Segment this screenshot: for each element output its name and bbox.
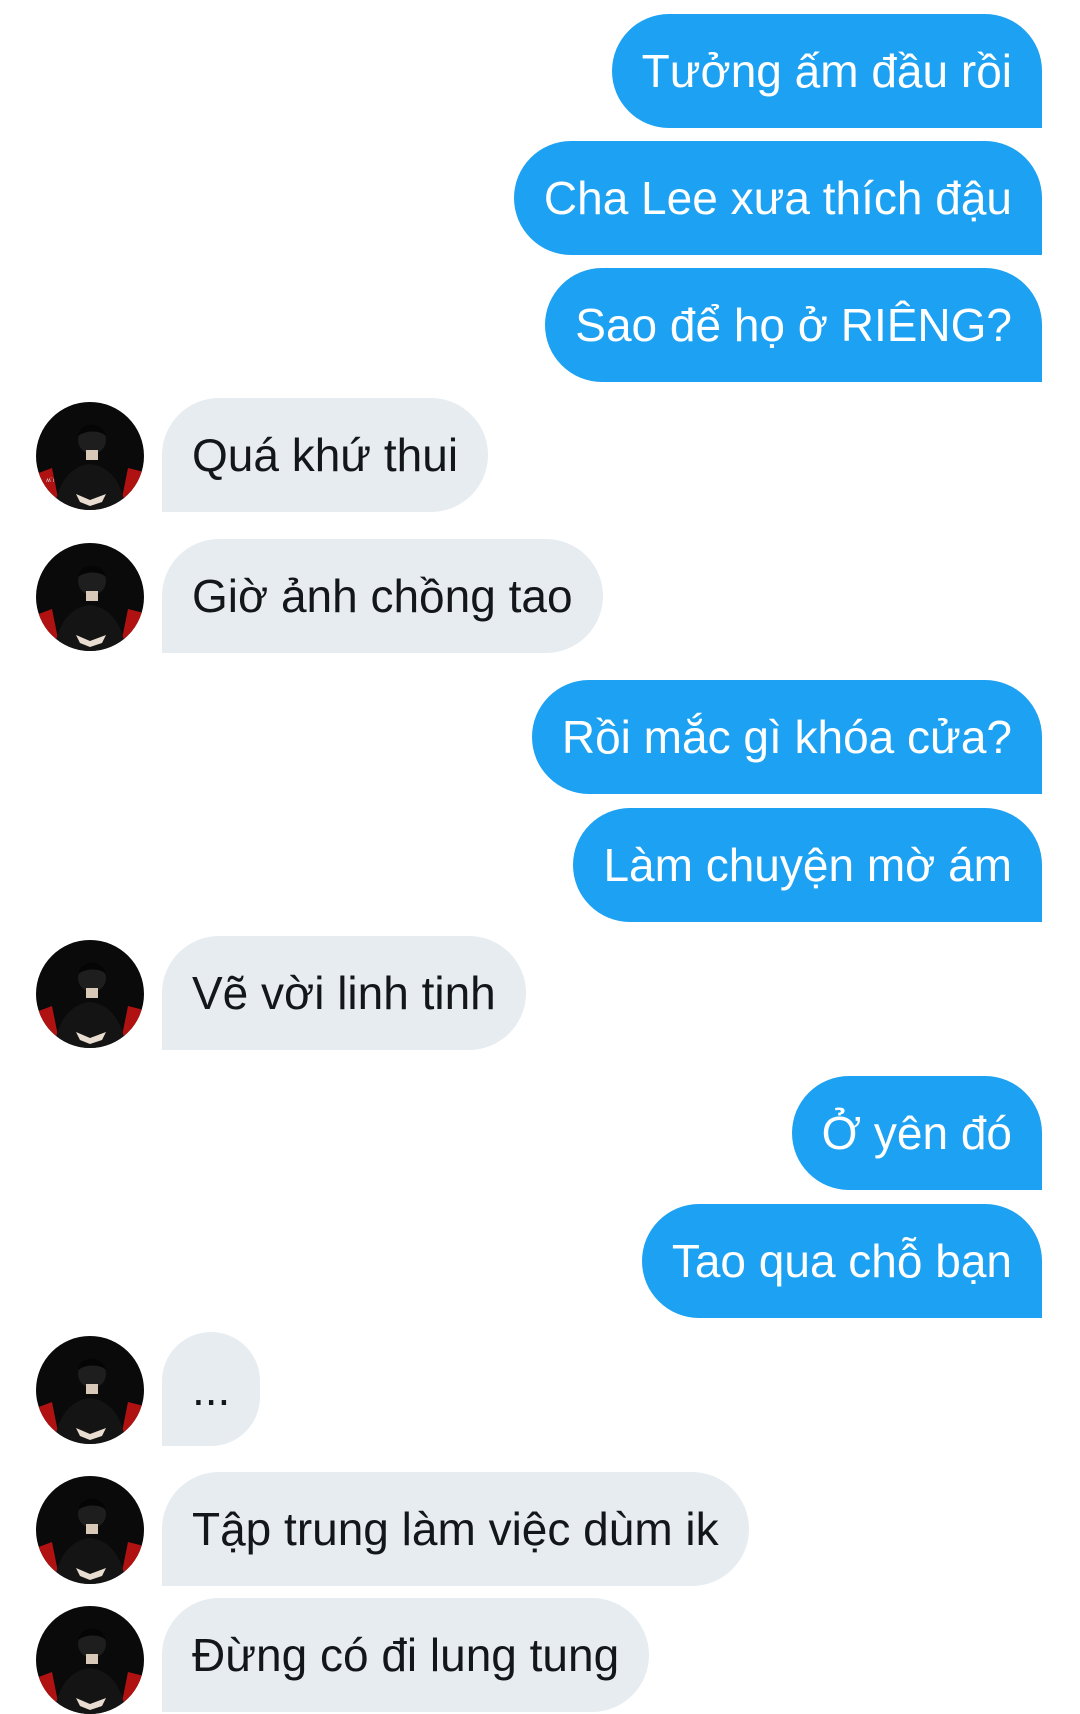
contact-avatar-photo-icon (36, 1336, 144, 1444)
message-text: Làm chuyện mờ ám (603, 839, 1012, 891)
incoming-message[interactable]: Đừng có đi lung tung (162, 1598, 650, 1712)
message-text: Sao để họ ở RIÊNG? (575, 299, 1012, 351)
outgoing-message[interactable]: Rồi mắc gì khóa cửa? (531, 680, 1042, 794)
message-text: Tập trung làm việc dùm ik (192, 1503, 719, 1555)
contact-avatar[interactable] (36, 1336, 144, 1444)
contact-avatar[interactable]: ʍ ̈ı (36, 402, 144, 510)
message-text: Ở yên đó (821, 1107, 1012, 1159)
contact-avatar-photo-icon (36, 1606, 144, 1714)
conversation-thread: Tưởng ấm đầu rồi Cha Lee xưa thích đậu S… (0, 0, 1080, 1714)
message-text: Tưởng ấm đầu rồi (641, 45, 1012, 97)
contact-avatar[interactable] (36, 543, 144, 651)
outgoing-message[interactable]: Ở yên đó (791, 1076, 1042, 1190)
outgoing-message[interactable]: Tưởng ấm đầu rồi (611, 14, 1042, 128)
svg-text:ʍ ̈ı: ʍ ̈ı (46, 477, 55, 484)
message-text: Vẽ vời linh tinh (192, 967, 496, 1019)
message-text: Cha Lee xưa thích đậu (543, 172, 1012, 224)
contact-avatar[interactable] (36, 1606, 144, 1714)
outgoing-message[interactable]: Tao qua chỗ bạn (641, 1204, 1042, 1318)
incoming-message[interactable]: Quá khứ thui (162, 398, 489, 512)
message-text: Quá khứ thui (192, 429, 459, 481)
message-text: Giờ ảnh chồng tao (192, 570, 573, 622)
contact-avatar-photo-icon (36, 940, 144, 1048)
contact-avatar-photo-icon: ʍ ̈ı (36, 402, 144, 510)
contact-avatar[interactable] (36, 940, 144, 1048)
incoming-message[interactable]: ... (162, 1332, 261, 1446)
outgoing-message[interactable]: Sao để họ ở RIÊNG? (545, 268, 1042, 382)
outgoing-message[interactable]: Cha Lee xưa thích đậu (513, 141, 1042, 255)
incoming-message[interactable]: Giờ ảnh chồng tao (162, 539, 603, 653)
incoming-message[interactable]: Tập trung làm việc dùm ik (162, 1472, 749, 1586)
message-text: Đừng có đi lung tung (192, 1629, 620, 1681)
message-text: Tao qua chỗ bạn (671, 1235, 1012, 1287)
contact-avatar-photo-icon (36, 543, 144, 651)
message-text: Rồi mắc gì khóa cửa? (561, 711, 1012, 763)
incoming-message[interactable]: Vẽ vời linh tinh (162, 936, 526, 1050)
message-text: ... (192, 1363, 231, 1415)
contact-avatar[interactable] (36, 1476, 144, 1584)
outgoing-message[interactable]: Làm chuyện mờ ám (573, 808, 1042, 922)
contact-avatar-photo-icon (36, 1476, 144, 1584)
